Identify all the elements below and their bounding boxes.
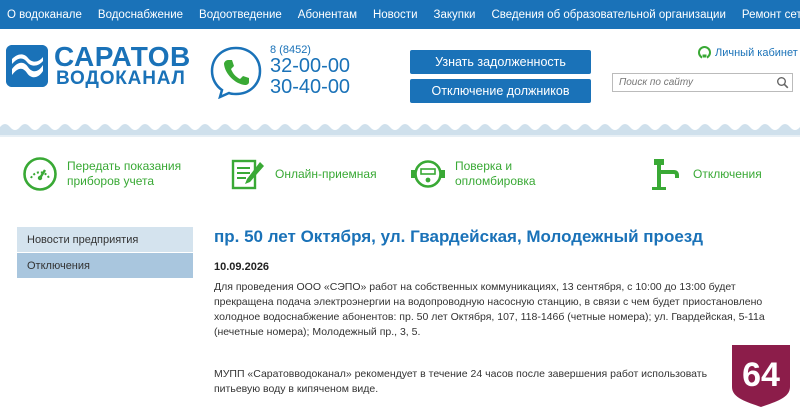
article-title: пр. 50 лет Октября, ул. Гвардейская, Мол… (214, 227, 704, 246)
service-online-reception[interactable]: Онлайн-приемная (230, 156, 377, 192)
nav-link-sewerage[interactable]: Водоотведение (199, 9, 282, 21)
logo-wave-icon (6, 45, 48, 87)
wave-divider (0, 121, 800, 137)
search-icon[interactable] (776, 76, 789, 89)
phone-number-1[interactable]: 32-00-00 (270, 56, 350, 77)
service-label-verification: Поверка и опломбировка (455, 159, 536, 188)
top-nav: О водоканале Водоснабжение Водоотведение… (0, 0, 800, 29)
nav-link-water-supply[interactable]: Водоснабжение (98, 9, 183, 21)
logo-text-line2: ВОДОКАНАЛ (56, 68, 186, 89)
article-date: 10.09.2026 (214, 261, 270, 273)
site-logo[interactable]: САРАТОВ ВОДОКАНАЛ (6, 41, 192, 89)
article-paragraph-1: Для проведения ООО «СЭПО» работ на собст… (214, 281, 765, 338)
nav-link-education-info[interactable]: Сведения об образовательной организации (491, 9, 725, 21)
faucet-icon (652, 159, 679, 190)
nav-link-subscribers[interactable]: Абонентам (298, 9, 357, 21)
phone-icon (210, 46, 262, 99)
service-label-disconnections: Отключения (693, 166, 762, 181)
region-64-badge[interactable]: 64 (730, 343, 792, 408)
document-pen-icon (231, 159, 264, 190)
debtors-disconnection-button[interactable]: Отключение должников (410, 79, 591, 103)
service-label-meter-readings: Передать показания приборов учета (67, 159, 182, 188)
search-input[interactable] (613, 77, 773, 88)
gauge-icon (23, 157, 57, 191)
nav-link-network-repair[interactable]: Ремонт сетей (742, 9, 800, 21)
personal-account-label: Личный кабинет (715, 46, 798, 59)
service-disconnections[interactable]: Отключения (648, 156, 762, 192)
nav-link-news[interactable]: Новости (373, 9, 418, 21)
site-header: САРАТОВ ВОДОКАНАЛ 8 (8452) 32-00-00 30-4… (0, 29, 800, 121)
phone-number-2[interactable]: 30-40-00 (270, 77, 350, 98)
water-meter-icon (411, 160, 445, 188)
services-row: Передать показания приборов учета Онлайн… (0, 137, 800, 215)
service-meter-readings[interactable]: Передать показания приборов учета (22, 156, 185, 192)
badge-text: 64 (742, 356, 780, 394)
phone-block: 8 (8452) 32-00-00 30-40-00 (270, 44, 350, 98)
service-label-online-reception: Онлайн-приемная (275, 166, 377, 181)
nav-link-purchases[interactable]: Закупки (434, 9, 476, 21)
service-verification[interactable]: Поверка и опломбировка (410, 156, 539, 192)
article-paragraph-2: МУПП «Саратовводоканал» рекомендует в те… (214, 368, 708, 395)
nav-link-about[interactable]: О водоканале (7, 9, 82, 21)
search-box (612, 73, 793, 92)
sidebar-item-company-news[interactable]: Новости предприятия (17, 227, 193, 252)
user-icon (698, 46, 711, 59)
sidebar-item-disconnections[interactable]: Отключения (17, 253, 193, 278)
check-debt-button[interactable]: Узнать задолженность (410, 50, 591, 74)
personal-account-link[interactable]: Личный кабинет (698, 46, 798, 59)
